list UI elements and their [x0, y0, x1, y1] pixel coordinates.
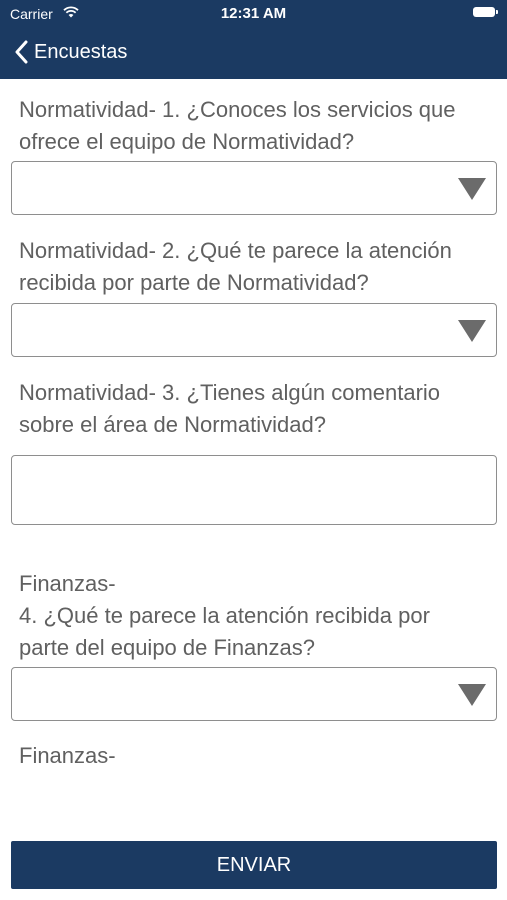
question-text: Normatividad- 2. ¿Qué te parece la atenc… [19, 238, 452, 263]
question-4-select[interactable] [11, 667, 497, 721]
question-3-label: Normatividad- 3. ¿Tienes algún comentari… [19, 377, 499, 441]
question-text: sobre el área de Normatividad? [19, 412, 326, 437]
question-2-label: Normatividad- 2. ¿Qué te parece la atenc… [19, 235, 499, 299]
triangle-down-icon [458, 320, 486, 342]
question-4-label: Finanzas- 4. ¿Qué te parece la atención … [19, 568, 499, 664]
question-3-comment-field[interactable] [11, 455, 497, 525]
clock: 12:31 AM [220, 5, 287, 22]
question-text: recibida por parte de Normatividad? [19, 270, 369, 295]
question-1-select[interactable] [11, 161, 497, 215]
triangle-down-icon [458, 684, 486, 706]
question-2-select[interactable] [11, 303, 497, 357]
triangle-down-icon [458, 178, 486, 200]
question-section-title: Finanzas- [19, 571, 116, 596]
question-text: parte del equipo de Finanzas? [19, 635, 315, 660]
navigation-header: Carrier 12:31 AM Encuestas [0, 0, 507, 79]
question-text: Normatividad- 1. ¿Conoces los servicios … [19, 97, 456, 122]
question-text: 4. ¿Qué te parece la atención recibida p… [19, 603, 430, 628]
question-text: Normatividad- 3. ¿Tienes algún comentari… [19, 380, 441, 405]
question-section-title: Finanzas- [19, 743, 116, 768]
question-5-label: Finanzas- [19, 740, 499, 772]
back-button[interactable]: Encuestas [14, 38, 127, 66]
back-label: Encuestas [34, 40, 128, 63]
submit-button[interactable]: ENVIAR [11, 841, 497, 889]
status-bar: Carrier 12:31 AM [0, 0, 507, 28]
chevron-left-icon [15, 40, 28, 64]
question-1-label: Normatividad- 1. ¿Conoces los servicios … [19, 94, 499, 158]
battery-icon [473, 7, 498, 17]
question-text: ofrece el equipo de Normatividad? [19, 129, 355, 154]
